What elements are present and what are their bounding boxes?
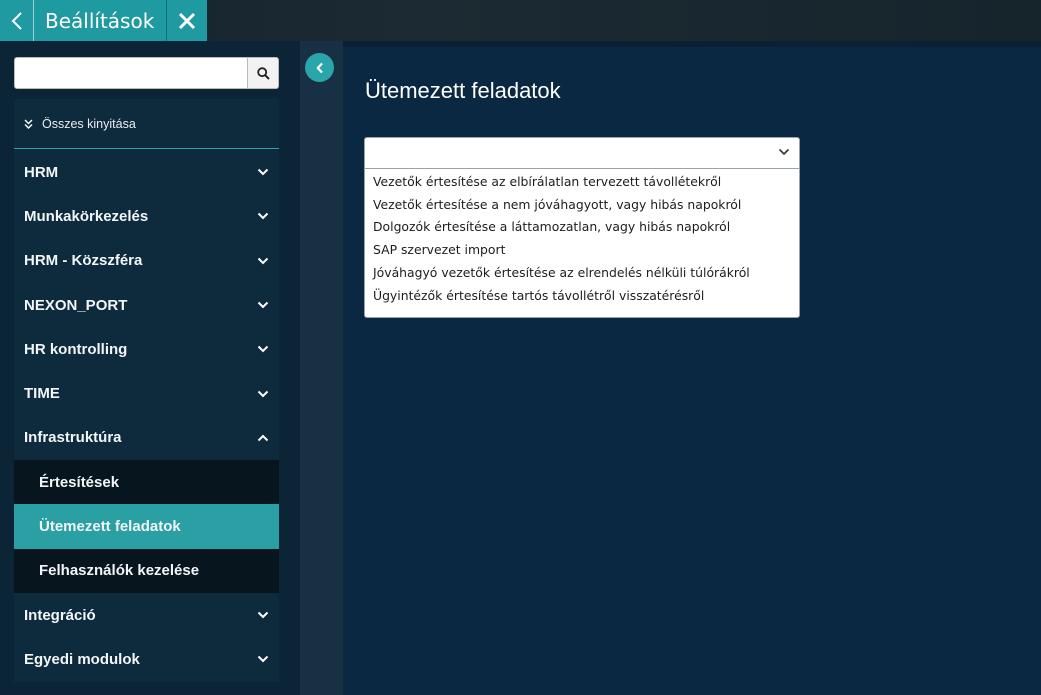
sidebar-item-label: HR kontrolling [24, 340, 128, 358]
chevron-down-icon [257, 390, 269, 398]
sidebar-item-label: Infrastruktúra [24, 429, 122, 447]
sidebar-subitem-felhasznalok-kezelese[interactable]: Felhasználók kezelése [14, 548, 279, 593]
main-content: Ütemezett feladatok Vezetők értesítése a… [343, 47, 1041, 695]
dropdown-option[interactable]: Dolgozók értesítése a láttamozatlan, vag… [365, 216, 799, 239]
sidebar-item-munkakorkezeles[interactable]: Munkakörkezelés [14, 194, 279, 239]
sidebar-item-time[interactable]: TIME [14, 371, 279, 416]
sidebar-item-nexon-port[interactable]: NEXON_PORT [14, 282, 279, 328]
chevron-down-icon [257, 656, 269, 663]
sidebar-item-hr-kontrolling[interactable]: HR kontrolling [14, 327, 279, 372]
chevron-down-icon [257, 213, 269, 220]
chevron-down-icon [257, 301, 269, 309]
sidebar-item-integracio[interactable]: Integráció [14, 592, 279, 638]
task-select-dropdown: Vezetők értesítése az elbírálatlan terve… [364, 169, 800, 318]
sidebar-item-label: Integráció [24, 606, 96, 624]
dropdown-option[interactable]: Ügyintézők értesítése tartós távollétről… [365, 284, 799, 307]
close-icon [179, 12, 196, 29]
dropdown-option[interactable]: SAP szervezet import [365, 238, 799, 261]
sidebar-subitem-ertesitesek[interactable]: Értesítések [14, 460, 279, 505]
chevron-down-icon [257, 257, 269, 265]
sidebar-item-label: NEXON_PORT [24, 296, 128, 314]
top-bar: Beállítások [0, 0, 1041, 41]
sidebar-subitem-utemezett-feladatok[interactable]: Ütemezett feladatok [14, 504, 279, 549]
sidebar: Összes kinyitása HRM Munkakörkezelés HRM… [0, 41, 300, 695]
collapse-sidebar-button[interactable] [305, 53, 334, 82]
expand-all-label: Összes kinyitása [42, 116, 136, 131]
chevron-down-icon [778, 148, 790, 156]
sidebar-item-label: Egyedi modulok [24, 650, 140, 668]
search-button[interactable] [248, 57, 279, 89]
dropdown-option[interactable]: Vezetők értesítése az elbírálatlan terve… [365, 170, 799, 193]
dropdown-option[interactable]: Vezetők értesítése a nem jóváhagyott, va… [365, 193, 799, 216]
search-icon [256, 66, 270, 80]
sidebar-menu: HRM Munkakörkezelés HRM - Közszféra NEXO… [14, 150, 279, 682]
sidebar-item-label: HRM [24, 163, 59, 181]
sidebar-item-egyedi-modulok[interactable]: Egyedi modulok [14, 637, 279, 682]
settings-tab: Beállítások [0, 0, 208, 41]
sidebar-collapse-strip [300, 41, 343, 695]
sidebar-item-label: TIME [24, 385, 60, 403]
sidebar-item-label: HRM - Közszféra [24, 252, 143, 270]
sidebar-item-infrastruktura[interactable]: Infrastruktúra [14, 415, 279, 461]
sidebar-subitem-label: Értesítések [39, 473, 120, 491]
page-title: Ütemezett feladatok [365, 78, 561, 103]
search-input[interactable] [14, 57, 248, 89]
chevron-left-icon [11, 11, 22, 30]
sidebar-item-label: Munkakörkezelés [24, 207, 149, 225]
window-title: Beállítások [34, 0, 168, 41]
sidebar-subitem-label: Felhasználók kezelése [39, 562, 200, 580]
sidebar-item-hrm[interactable]: HRM [14, 150, 279, 195]
sidebar-item-hrm-kozszfera[interactable]: HRM - Közszféra [14, 238, 279, 283]
task-select[interactable] [364, 137, 800, 169]
sidebar-subitem-label: Ütemezett feladatok [39, 518, 181, 536]
chevron-left-icon [315, 62, 323, 73]
double-chevron-down-icon [24, 119, 33, 129]
expand-all-button[interactable]: Összes kinyitása [14, 99, 279, 149]
dropdown-option[interactable]: Jóváhagyó vezetők értesítése az elrendel… [365, 261, 799, 284]
back-button[interactable] [0, 0, 34, 41]
chevron-down-icon [257, 168, 269, 176]
close-button[interactable] [167, 0, 207, 41]
chevron-down-icon [257, 611, 269, 619]
sidebar-search [14, 57, 279, 89]
chevron-up-icon [257, 434, 269, 442]
chevron-down-icon [257, 346, 269, 353]
